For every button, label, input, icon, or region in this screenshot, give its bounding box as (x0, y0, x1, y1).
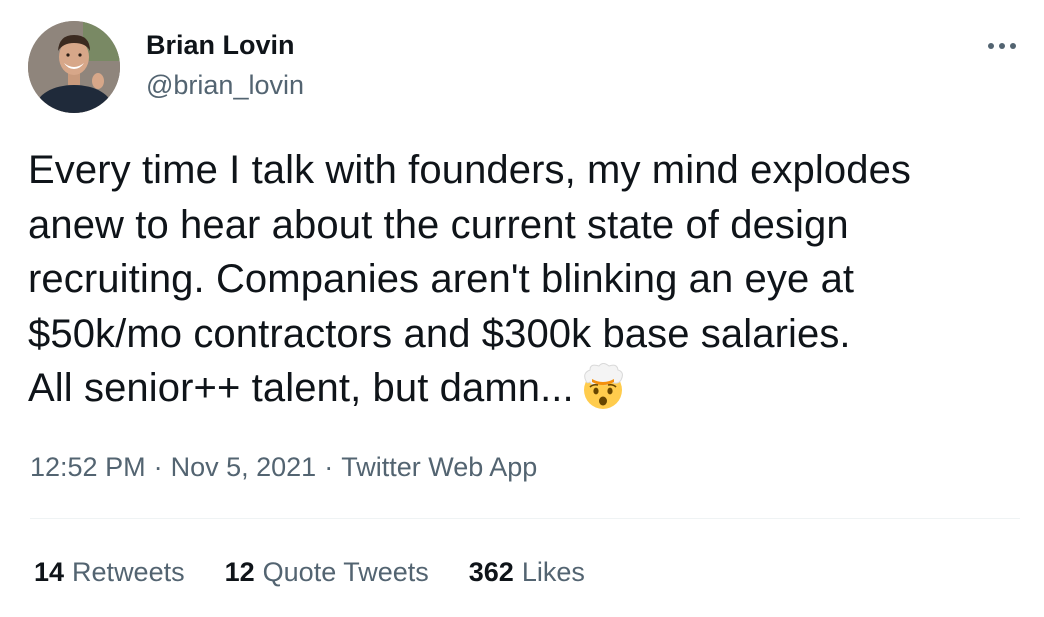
avatar-photo-icon (28, 21, 120, 113)
meta-separator: · (153, 452, 163, 482)
retweets-label: Retweets (72, 557, 185, 587)
tweet-text-line: Every time I talk with founders, my mind… (28, 148, 912, 192)
retweets-stat-link[interactable]: 14 Retweets (34, 557, 185, 588)
tweet-text-line: All senior++ talent, but damn... (28, 366, 574, 410)
tweet-text: Every time I talk with founders, my mind… (28, 143, 1028, 416)
divider (30, 518, 1020, 519)
quote-tweets-count: 12 (224, 557, 255, 587)
tweet-text-line: anew to hear about the current state of … (28, 202, 849, 247)
likes-stat-link[interactable]: 362 Likes (469, 557, 585, 588)
retweets-count: 14 (34, 557, 65, 587)
author-avatar[interactable] (28, 21, 120, 113)
more-options-button[interactable] (978, 30, 1026, 62)
tweet-text-last-line: All senior++ talent, but damn... (28, 361, 1028, 416)
tweet-source-link[interactable]: Twitter Web App (341, 452, 537, 482)
tweet-meta: 12:52 PM · Nov 5, 2021 · Twitter Web App (30, 452, 537, 483)
tweet-text-line: $50k/mo contractors and $300k base salar… (28, 311, 851, 356)
author-display-name[interactable]: Brian Lovin (146, 30, 295, 61)
more-horizontal-icon (1010, 43, 1016, 49)
engagement-stats: 14 Retweets 12 Quote Tweets 362 Likes (34, 557, 585, 588)
likes-count: 362 (468, 557, 514, 587)
quote-tweets-stat-link[interactable]: 12 Quote Tweets (225, 557, 429, 588)
tweet-card: Brian Lovin @brian_lovin Every time I ta… (0, 0, 1044, 617)
exploding-head-emoji-icon (583, 363, 623, 409)
more-horizontal-icon (999, 43, 1005, 49)
quote-tweets-label: Quote Tweets (262, 557, 429, 587)
tweet-timestamp-time[interactable]: 12:52 PM (30, 452, 146, 482)
meta-separator: · (324, 452, 334, 482)
tweet-timestamp-date[interactable]: Nov 5, 2021 (171, 452, 317, 482)
tweet-text-line: recruiting. Companies aren't blinking an… (28, 257, 855, 301)
likes-label: Likes (521, 557, 585, 587)
author-handle[interactable]: @brian_lovin (146, 70, 304, 101)
more-horizontal-icon (988, 43, 994, 49)
